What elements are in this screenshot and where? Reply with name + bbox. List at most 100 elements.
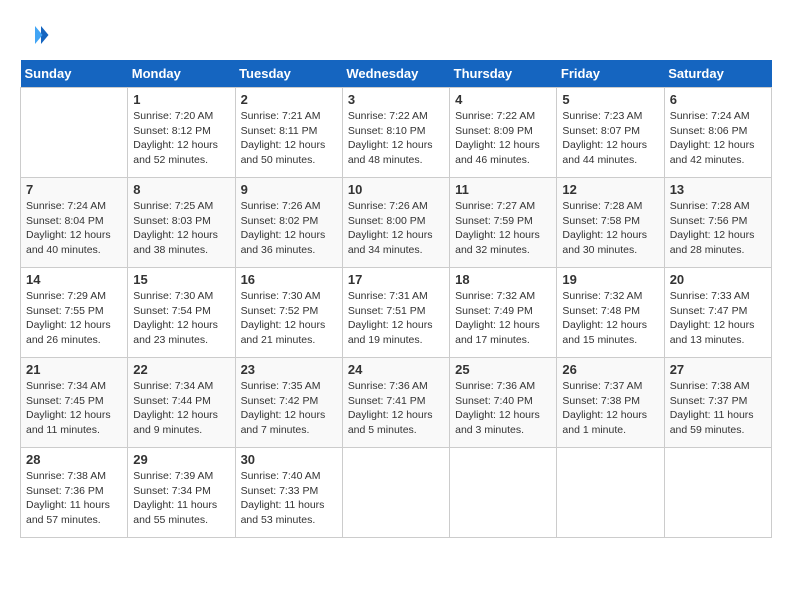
calendar-week-row: 21 Sunrise: 7:34 AMSunset: 7:45 PMDayligh… (21, 358, 772, 448)
day-number: 21 (26, 362, 122, 377)
calendar-table: SundayMondayTuesdayWednesdayThursdayFrid… (20, 60, 772, 538)
day-number: 15 (133, 272, 229, 287)
calendar-cell: 11 Sunrise: 7:27 AMSunset: 7:59 PMDayligh… (450, 178, 557, 268)
day-number: 29 (133, 452, 229, 467)
calendar-cell: 27 Sunrise: 7:38 AMSunset: 7:37 PMDayligh… (664, 358, 771, 448)
calendar-cell (342, 448, 449, 538)
day-info: Sunrise: 7:36 AMSunset: 7:40 PMDaylight:… (455, 379, 551, 438)
day-number: 28 (26, 452, 122, 467)
day-number: 19 (562, 272, 658, 287)
day-number: 26 (562, 362, 658, 377)
weekday-header: Monday (128, 60, 235, 88)
weekday-header: Friday (557, 60, 664, 88)
day-info: Sunrise: 7:38 AMSunset: 7:37 PMDaylight:… (670, 379, 766, 438)
calendar-week-row: 7Sunrise: 7:24 AMSunset: 8:04 PMDaylight… (21, 178, 772, 268)
weekday-header: Saturday (664, 60, 771, 88)
calendar-cell: 2Sunrise: 7:21 AMSunset: 8:11 PMDaylight… (235, 88, 342, 178)
calendar-cell: 23Sunrise: 7:35 AMSunset: 7:42 PMDayligh… (235, 358, 342, 448)
calendar-cell: 3 Sunrise: 7:22 AMSunset: 8:10 PMDaylight… (342, 88, 449, 178)
day-info: Sunrise: 7:34 AMSunset: 7:45 PMDaylight:… (26, 379, 122, 438)
calendar-cell: 28 Sunrise: 7:38 AMSunset: 7:36 PMDayligh… (21, 448, 128, 538)
calendar-week-row: 28 Sunrise: 7:38 AMSunset: 7:36 PMDayligh… (21, 448, 772, 538)
day-info: Sunrise: 7:29 AMSunset: 7:55 PMDaylight:… (26, 289, 122, 348)
day-number: 12 (562, 182, 658, 197)
weekday-header: Sunday (21, 60, 128, 88)
day-info: Sunrise: 7:28 AMSunset: 7:56 PMDaylight:… (670, 199, 766, 258)
day-info: Sunrise: 7:22 AMSunset: 8:10 PMDaylight:… (348, 109, 444, 168)
day-number: 3 (348, 92, 444, 107)
calendar-cell: 17 Sunrise: 7:31 AMSunset: 7:51 PMDayligh… (342, 268, 449, 358)
calendar-cell: 25 Sunrise: 7:36 AMSunset: 7:40 PMDayligh… (450, 358, 557, 448)
calendar-cell: 5 Sunrise: 7:23 AMSunset: 8:07 PMDaylight… (557, 88, 664, 178)
day-info: Sunrise: 7:30 AMSunset: 7:52 PMDaylight:… (241, 289, 337, 348)
day-info: Sunrise: 7:20 AMSunset: 8:12 PMDaylight:… (133, 109, 229, 168)
day-number: 8 (133, 182, 229, 197)
calendar-cell: 15 Sunrise: 7:30 AMSunset: 7:54 PMDayligh… (128, 268, 235, 358)
calendar-cell: 6 Sunrise: 7:24 AMSunset: 8:06 PMDaylight… (664, 88, 771, 178)
day-number: 9 (241, 182, 337, 197)
calendar-cell: 26 Sunrise: 7:37 AMSunset: 7:38 PMDayligh… (557, 358, 664, 448)
day-info: Sunrise: 7:23 AMSunset: 8:07 PMDaylight:… (562, 109, 658, 168)
calendar-cell: 9 Sunrise: 7:26 AMSunset: 8:02 PMDaylight… (235, 178, 342, 268)
calendar-cell: 1 Sunrise: 7:20 AMSunset: 8:12 PMDaylight… (128, 88, 235, 178)
calendar-cell: 20 Sunrise: 7:33 AMSunset: 7:47 PMDayligh… (664, 268, 771, 358)
day-number: 13 (670, 182, 766, 197)
day-number: 4 (455, 92, 551, 107)
calendar-cell (664, 448, 771, 538)
calendar-cell: 16 Sunrise: 7:30 AMSunset: 7:52 PMDayligh… (235, 268, 342, 358)
calendar-cell: 24Sunrise: 7:36 AMSunset: 7:41 PMDayligh… (342, 358, 449, 448)
calendar-cell: 29Sunrise: 7:39 AMSunset: 7:34 PMDayligh… (128, 448, 235, 538)
day-info: Sunrise: 7:25 AMSunset: 8:03 PMDaylight:… (133, 199, 229, 258)
calendar-cell (450, 448, 557, 538)
calendar-cell: 14Sunrise: 7:29 AMSunset: 7:55 PMDayligh… (21, 268, 128, 358)
day-info: Sunrise: 7:27 AMSunset: 7:59 PMDaylight:… (455, 199, 551, 258)
day-number: 17 (348, 272, 444, 287)
day-info: Sunrise: 7:31 AMSunset: 7:51 PMDaylight:… (348, 289, 444, 348)
day-info: Sunrise: 7:26 AMSunset: 8:02 PMDaylight:… (241, 199, 337, 258)
weekday-header: Wednesday (342, 60, 449, 88)
day-number: 25 (455, 362, 551, 377)
day-number: 22 (133, 362, 229, 377)
day-info: Sunrise: 7:32 AMSunset: 7:48 PMDaylight:… (562, 289, 658, 348)
day-info: Sunrise: 7:40 AMSunset: 7:33 PMDaylight:… (241, 469, 337, 528)
day-info: Sunrise: 7:24 AMSunset: 8:04 PMDaylight:… (26, 199, 122, 258)
calendar-cell: 30 Sunrise: 7:40 AMSunset: 7:33 PMDayligh… (235, 448, 342, 538)
calendar-cell: 10Sunrise: 7:26 AMSunset: 8:00 PMDayligh… (342, 178, 449, 268)
day-info: Sunrise: 7:34 AMSunset: 7:44 PMDaylight:… (133, 379, 229, 438)
calendar-cell (557, 448, 664, 538)
day-number: 16 (241, 272, 337, 287)
day-number: 5 (562, 92, 658, 107)
day-info: Sunrise: 7:32 AMSunset: 7:49 PMDaylight:… (455, 289, 551, 348)
calendar-cell: 13 Sunrise: 7:28 AMSunset: 7:56 PMDayligh… (664, 178, 771, 268)
calendar-week-row: 14Sunrise: 7:29 AMSunset: 7:55 PMDayligh… (21, 268, 772, 358)
day-info: Sunrise: 7:24 AMSunset: 8:06 PMDaylight:… (670, 109, 766, 168)
day-number: 24 (348, 362, 444, 377)
calendar-cell (21, 88, 128, 178)
calendar-cell: 18 Sunrise: 7:32 AMSunset: 7:49 PMDayligh… (450, 268, 557, 358)
day-number: 30 (241, 452, 337, 467)
day-info: Sunrise: 7:28 AMSunset: 7:58 PMDaylight:… (562, 199, 658, 258)
calendar-cell: 12 Sunrise: 7:28 AMSunset: 7:58 PMDayligh… (557, 178, 664, 268)
calendar-cell: 19 Sunrise: 7:32 AMSunset: 7:48 PMDayligh… (557, 268, 664, 358)
day-info: Sunrise: 7:22 AMSunset: 8:09 PMDaylight:… (455, 109, 551, 168)
day-info: Sunrise: 7:37 AMSunset: 7:38 PMDaylight:… (562, 379, 658, 438)
calendar-cell: 7Sunrise: 7:24 AMSunset: 8:04 PMDaylight… (21, 178, 128, 268)
day-info: Sunrise: 7:26 AMSunset: 8:00 PMDaylight:… (348, 199, 444, 258)
day-number: 27 (670, 362, 766, 377)
logo (20, 20, 54, 50)
day-number: 1 (133, 92, 229, 107)
logo-icon (20, 20, 50, 50)
day-info: Sunrise: 7:38 AMSunset: 7:36 PMDaylight:… (26, 469, 122, 528)
weekday-header-row: SundayMondayTuesdayWednesdayThursdayFrid… (21, 60, 772, 88)
day-number: 11 (455, 182, 551, 197)
day-info: Sunrise: 7:30 AMSunset: 7:54 PMDaylight:… (133, 289, 229, 348)
day-number: 2 (241, 92, 337, 107)
day-number: 20 (670, 272, 766, 287)
page-header (20, 20, 772, 50)
calendar-cell: 21 Sunrise: 7:34 AMSunset: 7:45 PMDayligh… (21, 358, 128, 448)
day-info: Sunrise: 7:33 AMSunset: 7:47 PMDaylight:… (670, 289, 766, 348)
calendar-week-row: 1 Sunrise: 7:20 AMSunset: 8:12 PMDaylight… (21, 88, 772, 178)
calendar-cell: 8 Sunrise: 7:25 AMSunset: 8:03 PMDaylight… (128, 178, 235, 268)
day-number: 6 (670, 92, 766, 107)
day-number: 18 (455, 272, 551, 287)
